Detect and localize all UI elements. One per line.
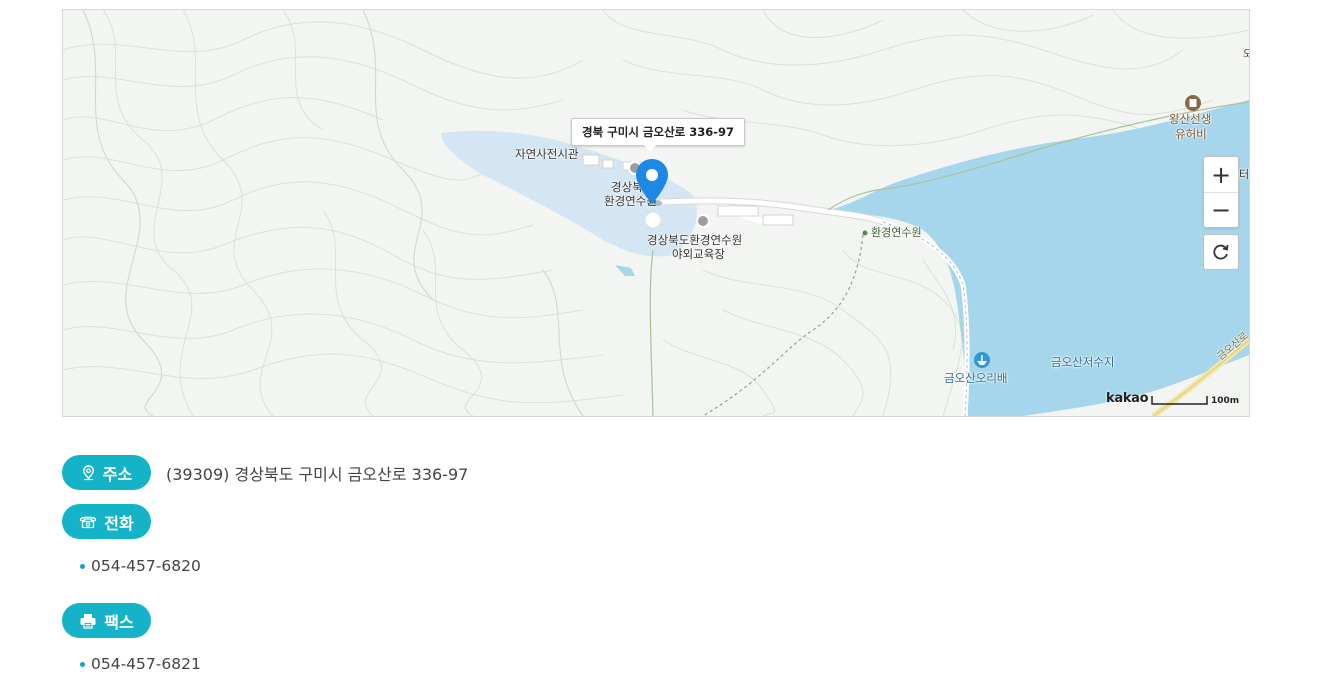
address-badge: 주소: [62, 455, 151, 490]
reset-map-button[interactable]: [1203, 234, 1239, 270]
zoom-control: + −: [1203, 156, 1239, 228]
map-label-trail-point[interactable]: 환경연수원: [871, 226, 922, 240]
zoom-in-button[interactable]: +: [1204, 157, 1238, 192]
map-label-outdoor-line2[interactable]: 야외교육장: [672, 247, 725, 261]
fax-badge: 팩스: [62, 603, 151, 638]
map-view[interactable]: 자연사전시관 경상북 환경연수원 경상북도환경연수원 야외교육장 환경연수원 왕…: [62, 9, 1250, 417]
boat-icon: [974, 352, 990, 368]
fax-label: 팩스: [104, 612, 134, 632]
fax-number-item: 054-457-6821: [80, 655, 201, 673]
fax-icon: [80, 613, 96, 629]
map-label-duck-boat[interactable]: 금오산오리배: [944, 371, 1007, 385]
phone-number[interactable]: 054-457-6820: [91, 557, 201, 575]
map-pin-icon[interactable]: [635, 158, 669, 206]
phone-number-item: 054-457-6820: [80, 557, 201, 575]
bullet-icon: [80, 563, 85, 569]
map-label-reservoir[interactable]: 금오산저수지: [1051, 355, 1114, 369]
bullet-icon: [80, 661, 85, 667]
poi-dot-icon: [696, 214, 710, 228]
location-icon: [82, 464, 94, 480]
map-label-edge-top: 오: [1243, 48, 1249, 62]
fax-number: 054-457-6821: [91, 655, 201, 673]
refresh-icon: [1213, 244, 1229, 260]
scale-bar: [1151, 396, 1208, 405]
map-label-outdoor-line1[interactable]: 경상북도환경연수원: [647, 233, 742, 247]
map-label-museum[interactable]: 자연사전시관: [515, 147, 578, 161]
map-label-monument-line1[interactable]: 왕산선생: [1169, 112, 1211, 126]
map-label-edge-right: 터일: [1239, 168, 1250, 181]
scale-label: 100m: [1211, 396, 1240, 406]
phone-label: 전화: [104, 513, 134, 533]
address-tooltip: 경북 구미시 금오산로 336-97: [571, 118, 746, 152]
map-label-monument-line2[interactable]: 유허비: [1175, 127, 1207, 141]
zoom-out-button[interactable]: −: [1204, 192, 1238, 227]
kakao-logo[interactable]: kakao: [1106, 391, 1149, 406]
monument-icon: [1185, 95, 1201, 111]
address-label: 주소: [102, 464, 133, 484]
phone-badge: 전화: [62, 504, 151, 539]
address-text: (39309) 경상북도 구미시 금오산로 336-97: [166, 465, 469, 484]
phone-icon: [80, 516, 97, 529]
